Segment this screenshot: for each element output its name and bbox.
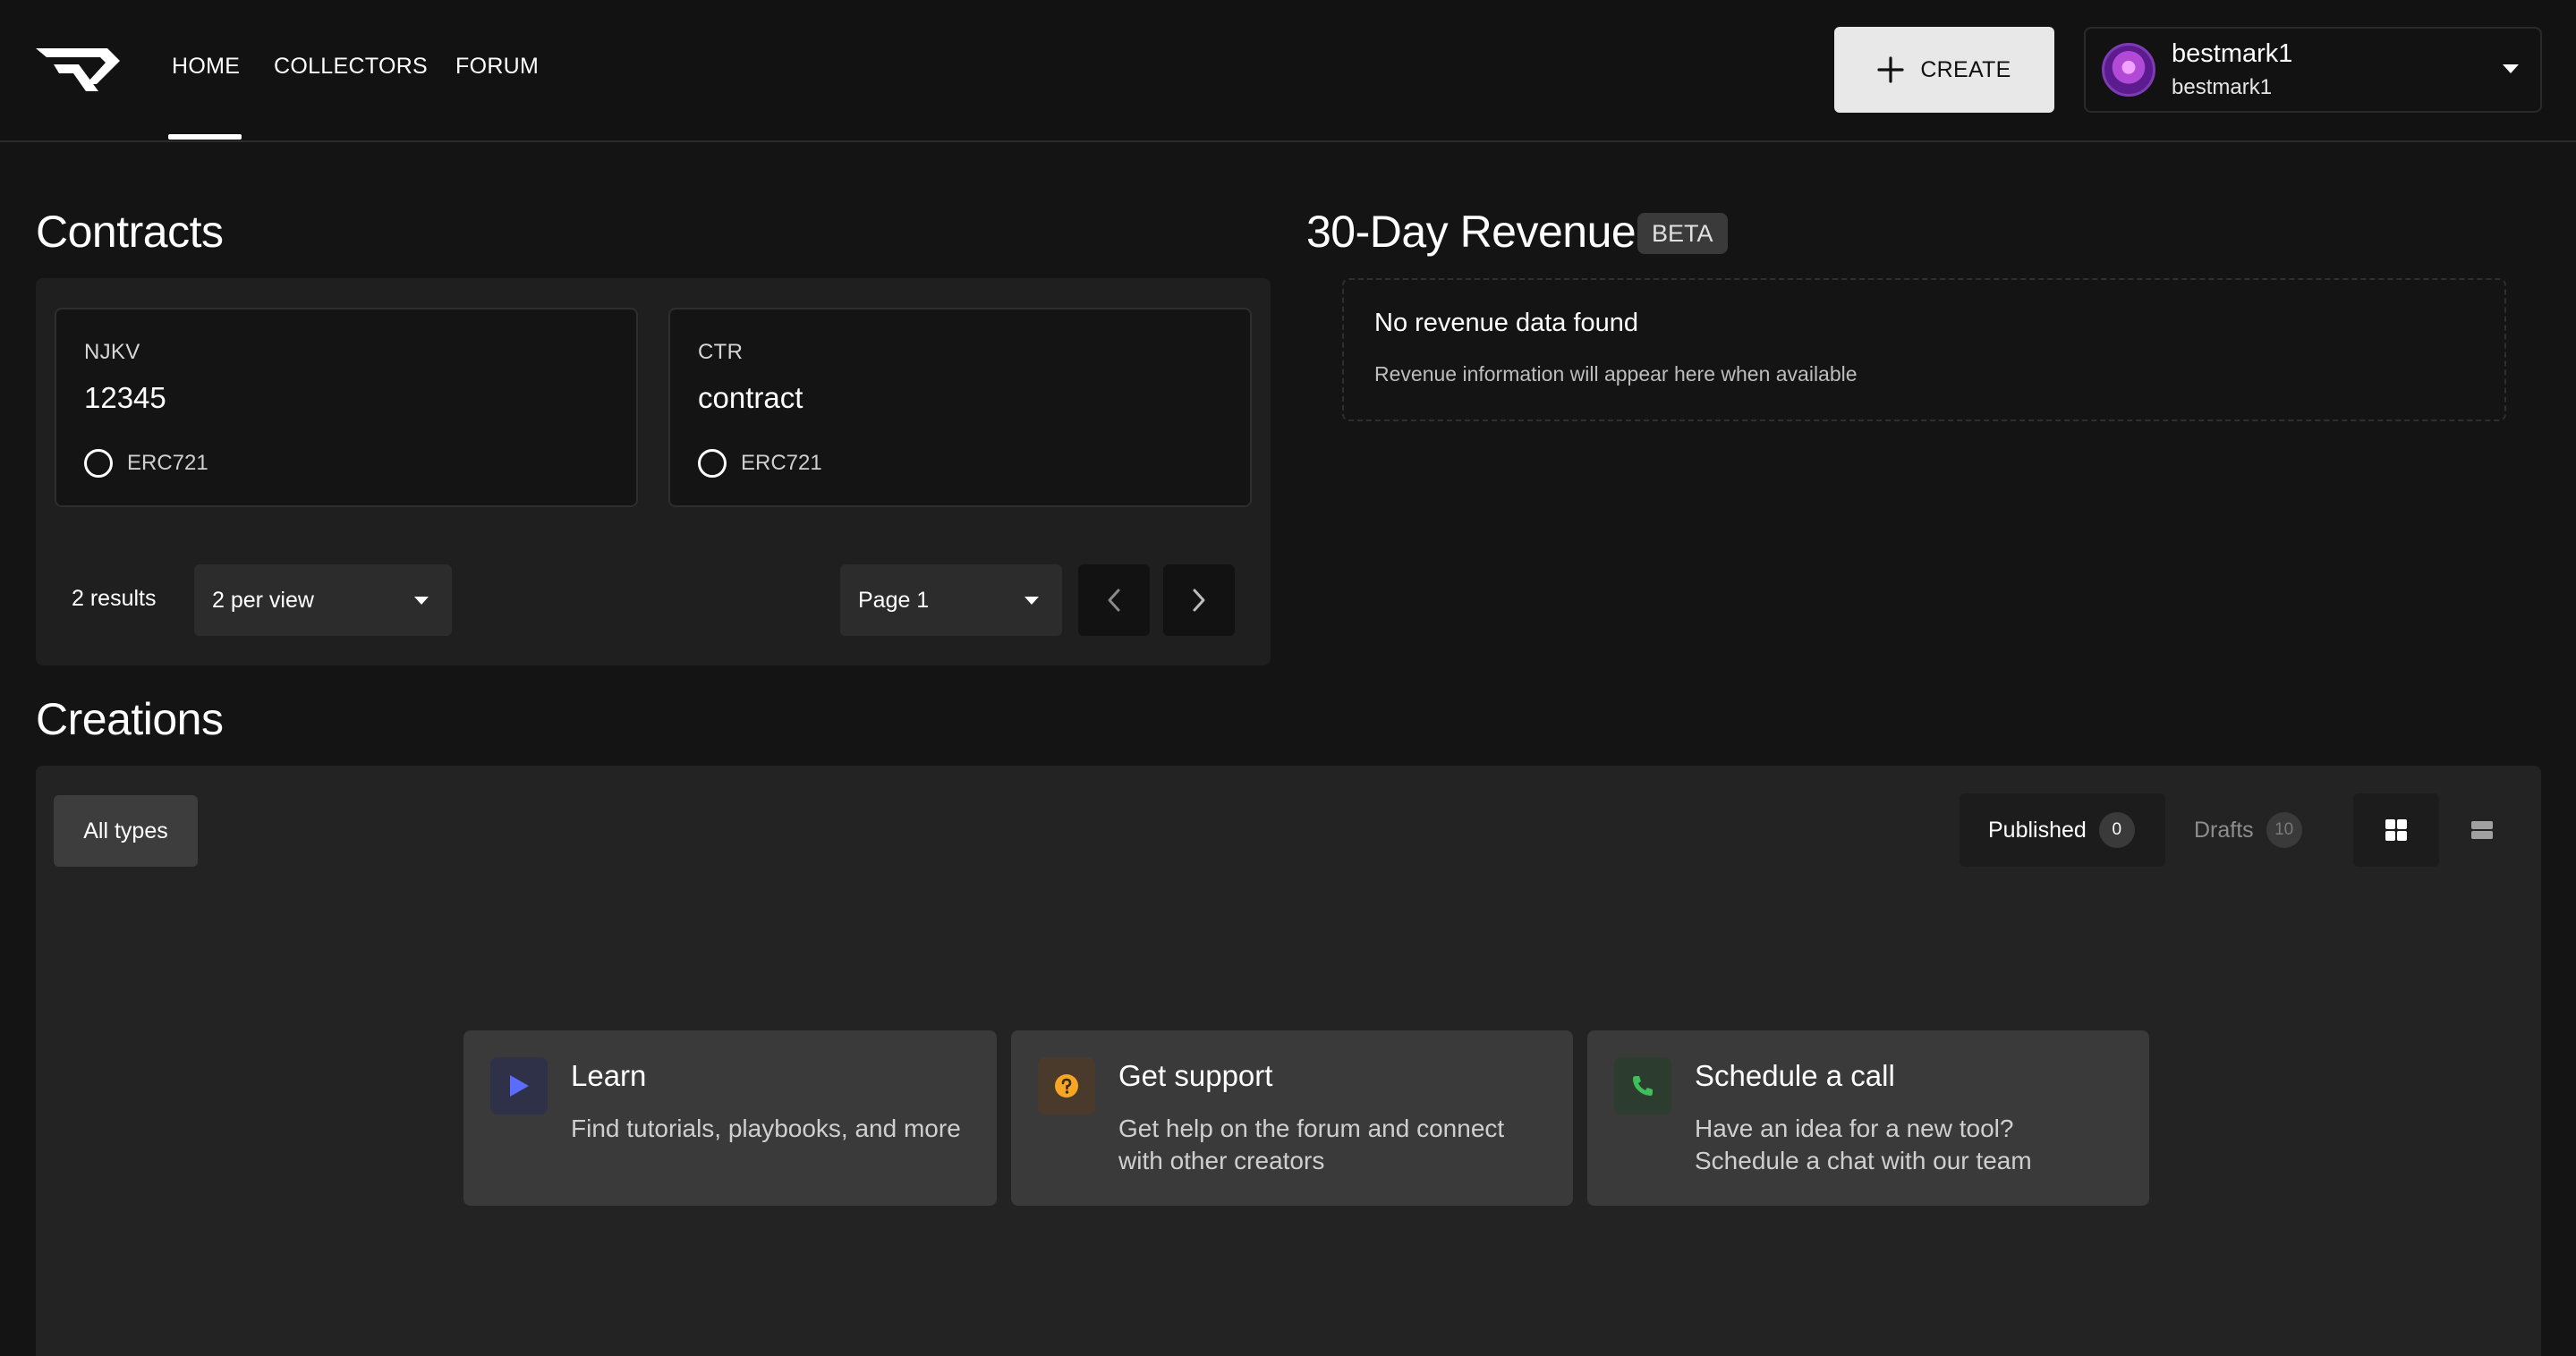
drafts-count-badge: 10 <box>2266 812 2302 848</box>
nav-home[interactable]: HOME <box>172 54 240 80</box>
active-tab-indicator <box>168 134 242 140</box>
contract-symbol: NJKV <box>84 340 140 364</box>
top-navigation-bar: HOME COLLECTORS FORUM CREATE bestmark1 b… <box>0 0 2576 142</box>
contract-name: 12345 <box>84 381 166 414</box>
learn-description: Find tutorials, playbooks, and more <box>571 1114 961 1142</box>
contract-radio[interactable] <box>698 449 727 478</box>
chevron-down-icon <box>1024 597 1039 605</box>
contract-card[interactable]: CTR contract ERC721 <box>668 308 1252 507</box>
per-view-select[interactable]: 2 per view <box>194 564 452 636</box>
tab-drafts[interactable]: Drafts 10 <box>2165 793 2326 867</box>
tab-published[interactable]: Published 0 <box>1960 793 2165 867</box>
grid-icon <box>2385 819 2407 841</box>
revenue-title: 30-Day Revenue <box>1306 207 1637 257</box>
creations-panel: All types Published 0 Drafts 10 Learn Fi… <box>36 766 2541 1356</box>
avatar <box>2102 43 2155 97</box>
chevron-right-icon <box>1193 589 1205 612</box>
per-view-value: 2 per view <box>212 587 314 613</box>
schedule-call-title: Schedule a call <box>1695 1059 1895 1092</box>
page-select[interactable]: Page 1 <box>840 564 1062 636</box>
logo-icon[interactable] <box>34 45 123 95</box>
published-count-badge: 0 <box>2098 812 2135 848</box>
support-description: Get help on the forum and connect with o… <box>1118 1114 1505 1174</box>
list-view-button[interactable] <box>2439 793 2525 867</box>
list-icon <box>2471 821 2493 839</box>
learn-title: Learn <box>571 1059 647 1092</box>
revenue-empty-title: No revenue data found <box>1374 309 1639 337</box>
contract-type: ERC721 <box>127 451 208 475</box>
plus-icon <box>1877 56 1904 83</box>
page-value: Page 1 <box>858 587 930 613</box>
contract-type: ERC721 <box>741 451 822 475</box>
contract-radio[interactable] <box>84 449 113 478</box>
contracts-title: Contracts <box>36 207 224 257</box>
account-menu[interactable]: bestmark1 bestmark1 <box>2084 27 2542 113</box>
creations-title: Creations <box>36 694 224 744</box>
results-count: 2 results <box>72 586 157 611</box>
learn-card[interactable]: Learn Find tutorials, playbooks, and mor… <box>463 1030 997 1206</box>
user-handle: bestmark1 <box>2172 75 2273 99</box>
next-page-button[interactable] <box>1163 564 1235 636</box>
chevron-left-icon <box>1108 589 1120 612</box>
type-filter-button[interactable]: All types <box>54 795 198 867</box>
grid-view-button[interactable] <box>2353 793 2439 867</box>
chevron-down-icon <box>2503 64 2519 73</box>
tab-published-label: Published <box>1988 817 2087 843</box>
create-button-label: CREATE <box>1920 56 2011 82</box>
play-icon <box>490 1057 548 1114</box>
user-name: bestmark1 <box>2172 39 2293 68</box>
schedule-call-description: Have an idea for a new tool? Schedule a … <box>1695 1114 2032 1174</box>
support-card[interactable]: Get support Get help on the forum and co… <box>1011 1030 1573 1206</box>
contract-card[interactable]: NJKV 12345 ERC721 <box>55 308 638 507</box>
previous-page-button[interactable] <box>1078 564 1150 636</box>
phone-icon <box>1614 1057 1671 1114</box>
nav-collectors[interactable]: COLLECTORS <box>274 54 428 80</box>
chevron-down-icon <box>414 597 429 605</box>
contract-symbol: CTR <box>698 340 744 364</box>
nav-forum[interactable]: FORUM <box>455 54 539 80</box>
beta-badge: BETA <box>1637 213 1728 254</box>
contracts-panel: NJKV 12345 ERC721 CTR contract ERC721 2 … <box>36 278 1271 665</box>
create-button[interactable]: CREATE <box>1834 27 2054 113</box>
contract-name: contract <box>698 381 803 414</box>
tab-drafts-label: Drafts <box>2194 817 2254 843</box>
support-title: Get support <box>1118 1059 1273 1092</box>
question-icon <box>1038 1057 1095 1114</box>
revenue-empty-subtitle: Revenue information will appear here whe… <box>1374 362 1858 386</box>
revenue-empty-state: No revenue data found Revenue informatio… <box>1342 278 2506 421</box>
schedule-call-card[interactable]: Schedule a call Have an idea for a new t… <box>1587 1030 2149 1206</box>
